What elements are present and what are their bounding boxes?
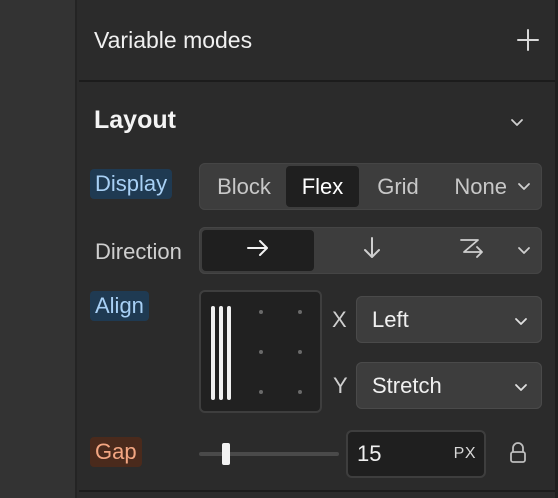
arrow-down-icon bbox=[362, 235, 382, 267]
layout-collapse-chevron-down-icon[interactable] bbox=[509, 115, 525, 131]
gap-input[interactable]: 15 PX bbox=[346, 430, 486, 478]
align-x-value: Left bbox=[372, 306, 409, 332]
section-divider bbox=[79, 490, 555, 492]
align-dot[interactable] bbox=[298, 390, 302, 394]
gap-slider-track[interactable] bbox=[199, 452, 339, 456]
gap-value[interactable]: 15 bbox=[357, 441, 381, 467]
gap-label[interactable]: Gap bbox=[90, 437, 142, 467]
align-dot[interactable] bbox=[298, 350, 302, 354]
gap-unit-select[interactable]: PX bbox=[454, 445, 476, 463]
direction-segmented-control bbox=[199, 227, 542, 274]
gap-slider-thumb[interactable] bbox=[222, 443, 230, 465]
stretch-bar bbox=[227, 306, 231, 400]
direction-row-button[interactable] bbox=[202, 230, 314, 271]
align-x-select[interactable]: Left bbox=[356, 296, 542, 343]
chevron-down-icon bbox=[514, 307, 528, 333]
display-segmented-control: Block Flex Grid None bbox=[199, 163, 542, 210]
add-variable-mode-plus-icon[interactable] bbox=[515, 27, 541, 53]
display-more-chevron-down-icon[interactable] bbox=[513, 182, 535, 192]
align-x-label: X bbox=[332, 307, 347, 332]
display-option-none[interactable]: None bbox=[437, 166, 513, 207]
wrap-arrow-icon bbox=[458, 236, 486, 266]
display-option-flex[interactable]: Flex bbox=[286, 166, 359, 207]
align-y-value: Stretch bbox=[372, 372, 442, 398]
align-y-label: Y bbox=[333, 373, 348, 398]
direction-label: Direction bbox=[95, 239, 182, 264]
display-option-block[interactable]: Block bbox=[202, 166, 286, 207]
direction-wrap-button[interactable] bbox=[430, 230, 513, 271]
stretch-bar bbox=[219, 306, 223, 400]
style-panel: Variable modes Layout Display Block Flex… bbox=[79, 0, 558, 498]
direction-more-chevron-down-icon[interactable] bbox=[513, 246, 535, 256]
align-matrix[interactable] bbox=[199, 290, 322, 413]
variable-modes-row: Variable modes bbox=[79, 0, 555, 80]
align-dot[interactable] bbox=[259, 390, 263, 394]
align-dot[interactable] bbox=[298, 310, 302, 314]
canvas-edge bbox=[0, 0, 77, 498]
direction-column-button[interactable] bbox=[314, 230, 430, 271]
display-option-grid[interactable]: Grid bbox=[359, 166, 437, 207]
section-divider bbox=[79, 80, 555, 82]
align-dot[interactable] bbox=[259, 350, 263, 354]
align-label[interactable]: Align bbox=[90, 291, 149, 321]
variable-modes-title: Variable modes bbox=[94, 26, 253, 53]
chevron-down-icon bbox=[514, 373, 528, 399]
display-label[interactable]: Display bbox=[90, 169, 173, 199]
arrow-right-icon bbox=[245, 238, 271, 264]
align-y-select[interactable]: Stretch bbox=[356, 362, 542, 409]
stretch-bar bbox=[211, 306, 215, 400]
lock-icon[interactable] bbox=[508, 441, 528, 465]
layout-section-title: Layout bbox=[94, 106, 176, 134]
align-dot[interactable] bbox=[259, 310, 263, 314]
